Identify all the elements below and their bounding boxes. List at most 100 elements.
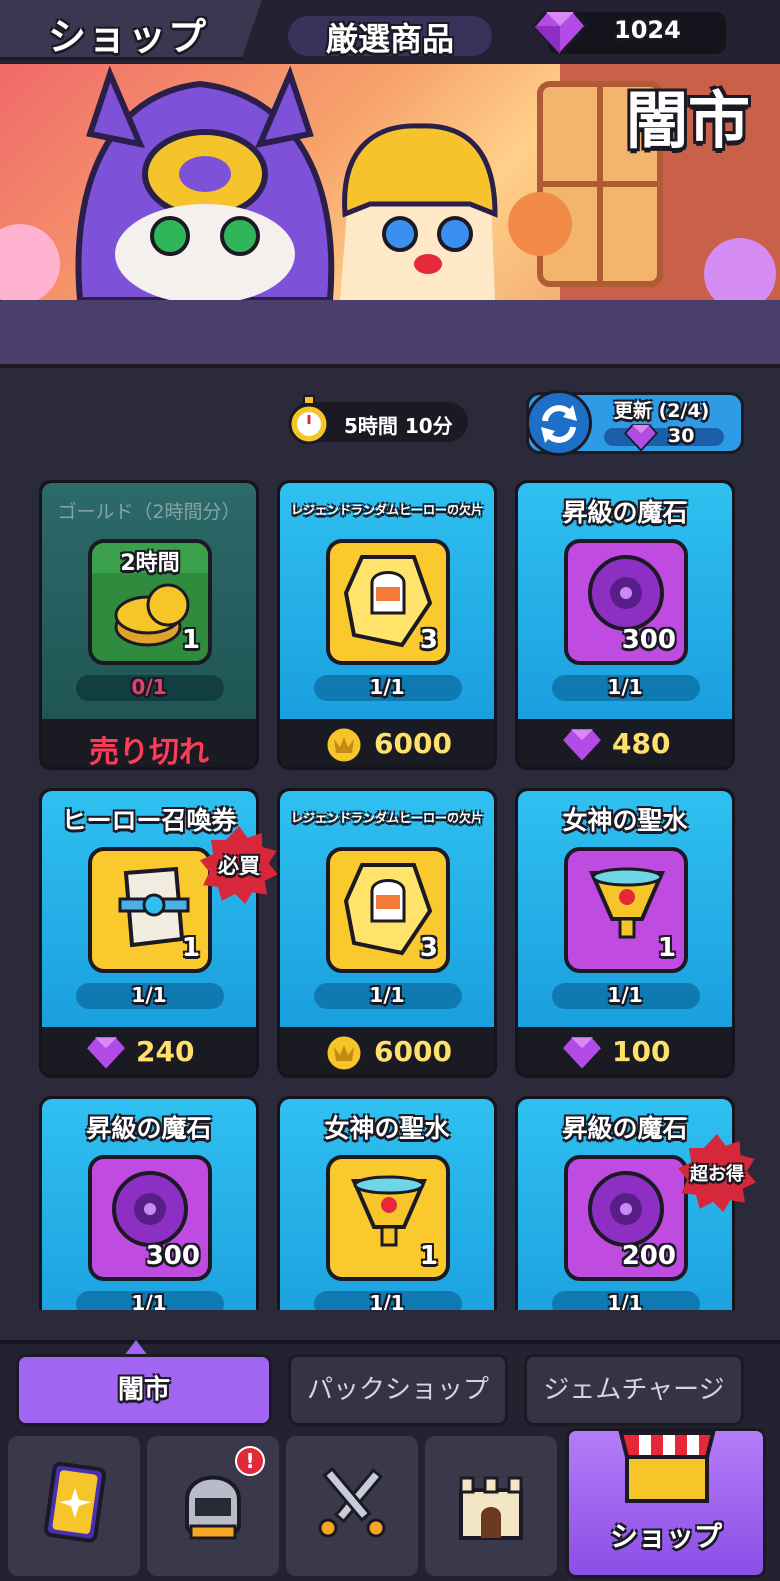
item-box: 1 (326, 1155, 450, 1281)
shop-card-legend-shard[interactable]: レジェンドランダムヒーローの欠片 3 1/1 6000 (277, 788, 497, 1078)
stock-count: 1/1 (131, 1291, 167, 1310)
card-name: 女神の聖水 (324, 1114, 450, 1143)
item-quantity: 300 (145, 1241, 200, 1271)
card-name: 昇級の魔石 (86, 1114, 212, 1143)
stock-count: 1/1 (607, 675, 643, 699)
price-value: 6000 (374, 1035, 452, 1068)
shop-card-gold[interactable]: ゴールド（2時間分） 2時間 1 0/1 売り切れ (39, 480, 259, 770)
nav-shop-label: ショップ (609, 1520, 722, 1553)
item-box: 1 (88, 847, 212, 973)
price-value: 6000 (374, 727, 452, 760)
item-box: 300 (564, 539, 688, 665)
nav-castle[interactable] (425, 1436, 557, 1576)
card-body: 女神の聖水 1 1/1 (518, 791, 732, 1027)
tab-gem-charge[interactable]: ジェムチャージ (524, 1354, 744, 1426)
nav-cards[interactable] (8, 1436, 140, 1576)
price-row: 100 (518, 1027, 732, 1075)
item-quantity: 1 (181, 625, 200, 655)
card-name: ヒーロー召喚券 (61, 806, 237, 835)
stock-count: 1/1 (369, 983, 405, 1007)
stopwatch-icon (288, 395, 330, 445)
shop-card-holy-water[interactable]: 女神の聖水 1 1/1 100 (515, 788, 735, 1078)
gold-coin-icon (324, 725, 364, 765)
item-box: 300 (88, 1155, 212, 1281)
tab-label: パックショップ (306, 1375, 489, 1405)
crossed-swords-icon (318, 1466, 386, 1538)
section-header (0, 300, 780, 368)
price-row: 240 (42, 1027, 256, 1075)
shop-card-holy-water[interactable]: 女神の聖水 1 1/1 (277, 1096, 497, 1310)
item-box: 200 (564, 1155, 688, 1281)
price-row: 480 (518, 719, 732, 767)
gem-icon (560, 728, 604, 765)
item-box: 2時間 1 (88, 539, 212, 665)
item-box: 3 (326, 539, 450, 665)
stock-count: 1/1 (369, 675, 405, 699)
card-body: ヒーロー召喚券 1 1/1 (42, 791, 256, 1027)
card-name: レジェンドランダムヒーローの欠片 (290, 503, 483, 517)
card-name: ゴールド（2時間分） (57, 501, 241, 523)
card-body: 女神の聖水 1 1/1 (280, 1099, 494, 1310)
refresh-cost: 30 (668, 425, 695, 447)
card-body: ゴールド（2時間分） 2時間 1 0/1 (42, 483, 256, 719)
stock-count: 1/1 (607, 983, 643, 1007)
price-row: 売り切れ (42, 719, 256, 770)
gem-icon (84, 1036, 128, 1073)
card-name: 昇級の魔石 (562, 1114, 688, 1143)
nav-shop[interactable]: ショップ (566, 1428, 766, 1578)
stock-count: 1/1 (369, 1291, 405, 1310)
card-body: 昇級の魔石 300 1/1 (42, 1099, 256, 1310)
tab-label: ジェムチャージ (543, 1375, 725, 1405)
price-row: 6000 (280, 719, 494, 767)
tab-black-market[interactable]: 闇市 (16, 1354, 272, 1426)
banner-title: 闇市 (625, 84, 750, 157)
nav-battle[interactable] (286, 1436, 418, 1576)
shop-card-upgrade-stone[interactable]: 昇級の魔石 300 1/1 (39, 1096, 259, 1310)
card-body: 昇級の魔石 300 1/1 (518, 483, 732, 719)
castle-icon (459, 1476, 523, 1540)
stock-count: 1/1 (607, 1291, 643, 1310)
item-box: 3 (326, 847, 450, 973)
shop-card-legend-shard[interactable]: レジェンドランダムヒーローの欠片 3 1/1 6000 (277, 480, 497, 770)
refresh-cost-bar (604, 428, 724, 446)
stock-count: 1/1 (131, 983, 167, 1007)
hero-alert-badge: ! (235, 1446, 265, 1476)
card-deck-icon (43, 1461, 106, 1543)
refresh-icon (526, 390, 592, 456)
card-body: レジェンドランダムヒーローの欠片 3 1/1 (280, 483, 494, 719)
item-quantity: 200 (621, 1241, 676, 1271)
item-quantity: 3 (419, 933, 438, 963)
nav-heroes[interactable]: ! (147, 1436, 279, 1576)
shop-card-upgrade-stone[interactable]: 昇級の魔石 300 1/1 480 (515, 480, 735, 770)
stock-count: 0/1 (131, 675, 167, 699)
price-value: 240 (136, 1035, 195, 1068)
great-deal-label: 超お得 (690, 1164, 744, 1185)
gem-icon (560, 1036, 604, 1073)
price-value: 480 (612, 727, 671, 760)
item-sub-label: 2時間 (120, 551, 180, 576)
item-quantity: 3 (419, 625, 438, 655)
section-title: 厳選商品 (325, 20, 454, 58)
tab-pack-shop[interactable]: パックショップ (288, 1354, 508, 1426)
item-quantity: 300 (621, 625, 676, 655)
sold-out-label: 売り切れ (89, 735, 209, 770)
item-quantity: 1 (181, 933, 200, 963)
tab-label: 闇市 (117, 1375, 170, 1405)
item-quantity: 1 (419, 1241, 438, 1271)
card-name: 昇級の魔石 (562, 498, 688, 527)
shop-stall-icon (618, 1431, 716, 1503)
shop-card-summon-ticket[interactable]: ヒーロー召喚券 1 1/1 240 (39, 788, 259, 1078)
item-box: 1 (564, 847, 688, 973)
gold-coin-icon (324, 1033, 364, 1073)
card-name: レジェンドランダムヒーローの欠片 (290, 811, 483, 825)
card-name: 女神の聖水 (562, 806, 688, 835)
row-3-clip: 昇級の魔石 300 1/1 女神の聖水 1 1/1 昇級の魔石 200 1/1 … (0, 1096, 780, 1310)
must-buy-label: 必買 (218, 854, 260, 878)
price-row: 6000 (280, 1027, 494, 1075)
card-body: レジェンドランダムヒーローの欠片 3 1/1 (280, 791, 494, 1027)
gem-icon (624, 423, 658, 452)
refresh-label: 更新 (2/4) (614, 400, 710, 422)
price-value: 100 (612, 1035, 671, 1068)
item-quantity: 1 (657, 933, 676, 963)
timer-text: 5時間 10分 (344, 414, 453, 438)
